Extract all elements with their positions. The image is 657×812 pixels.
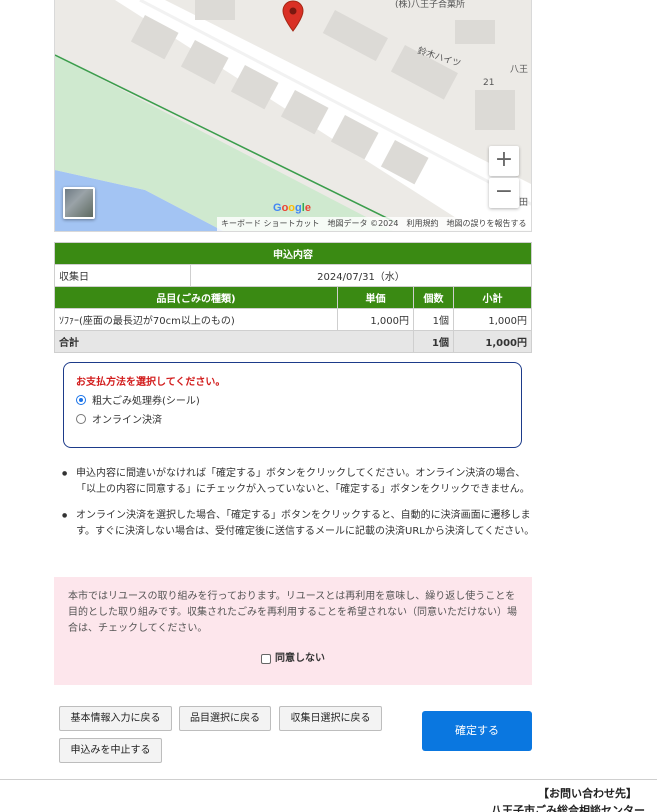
back-basic-info-button[interactable]: 基本情報入力に戻る	[59, 706, 172, 731]
radio-ticket[interactable]	[76, 394, 86, 405]
back-item-select-button[interactable]: 品目選択に戻る	[179, 706, 271, 731]
map-attribution: キーボード ショートカット 地図データ ©2024 利用規約 地図の誤りを報告す…	[217, 217, 531, 231]
total-qty: 1個	[413, 330, 454, 353]
payment-option-ticket[interactable]: 粗大ごみ処理券(シール)	[76, 392, 509, 407]
satellite-toggle[interactable]	[63, 187, 95, 219]
map-label-number: 21	[483, 78, 495, 88]
item-subtotal: 1,000円	[453, 308, 532, 331]
confirm-button[interactable]: 確定する	[422, 711, 532, 751]
disagree-checkbox[interactable]	[261, 654, 271, 664]
location-pin-icon[interactable]	[282, 0, 304, 35]
col-item: 品目(ごみの種類)	[54, 286, 338, 309]
contact-heading: 【お問い合わせ先】	[538, 787, 637, 800]
payment-option-label: オンライン決済	[92, 415, 162, 426]
order-section-title: 申込内容	[54, 242, 532, 265]
footer-divider	[0, 779, 657, 780]
payment-option-online[interactable]: オンライン決済	[76, 411, 509, 426]
google-logo: Google	[273, 202, 311, 214]
zoom-out-button[interactable]: −	[489, 178, 519, 208]
map-data-text: 地図データ ©2024	[327, 219, 399, 228]
col-subtotal: 小計	[453, 286, 532, 309]
collection-date-value: 2024/07/31（水）	[190, 264, 532, 287]
item-name: ｿﾌｧｰ(座面の最長辺が70cm以上のもの)	[54, 308, 338, 331]
col-price: 単価	[337, 286, 414, 309]
disagree-label: 同意しない	[275, 653, 325, 664]
payment-option-label: 粗大ごみ処理券(シール)	[92, 396, 200, 407]
item-price: 1,000円	[337, 308, 414, 331]
payment-method-box: お支払方法を選択してください。 粗大ごみ処理券(シール) オンライン決済	[63, 362, 522, 448]
zoom-in-button[interactable]: +	[489, 146, 519, 176]
collection-date-label: 収集日	[54, 264, 191, 287]
notes-list: 申込内容に間違いがなければ「確定する」ボタンをクリックしてください。オンライン決…	[60, 466, 536, 550]
reuse-text: 本市ではリユースの取り組みを行っております。リユースとは再利用を意味し、繰り返し…	[68, 591, 517, 634]
table-row: ｿﾌｧｰ(座面の最長辺が70cm以上のもの) 1,000円 1個 1,000円	[54, 308, 532, 331]
contact-name: 八王子市ごみ総合相談センター	[491, 804, 645, 812]
back-date-select-button[interactable]: 収集日選択に戻る	[279, 706, 382, 731]
cancel-application-button[interactable]: 申込みを中止する	[59, 738, 162, 763]
reuse-notice: 本市ではリユースの取り組みを行っております。リユースとは再利用を意味し、繰り返し…	[54, 577, 532, 685]
map-label-shop: (株)八王子合菓所	[395, 0, 466, 10]
list-item: 申込内容に間違いがなければ「確定する」ボタンをクリックしてください。オンライン決…	[60, 466, 536, 498]
col-qty: 個数	[413, 286, 454, 309]
total-amount: 1,000円	[453, 330, 532, 353]
terms-link[interactable]: 利用規約	[406, 217, 438, 231]
list-item: オンライン決済を選択した場合、「確定する」ボタンをクリックすると、自動的に決済画…	[60, 508, 536, 540]
item-qty: 1個	[413, 308, 454, 331]
payment-title: お支払方法を選択してください。	[76, 377, 226, 388]
report-error-link[interactable]: 地図の誤りを報告する	[446, 217, 526, 231]
radio-online[interactable]	[76, 413, 86, 424]
map-label-hachi: 八王	[510, 65, 529, 75]
order-table: 申込内容 収集日 2024/07/31（水） 品目(ごみの種類) 単価 個数 小…	[54, 242, 532, 353]
total-row: 合計 1個 1,000円	[54, 330, 532, 353]
disagree-option[interactable]: 同意しない	[68, 651, 518, 667]
total-label: 合計	[54, 330, 414, 353]
keyboard-shortcuts-link[interactable]: キーボード ショートカット	[221, 217, 320, 231]
map[interactable]: (株)八王子合菓所 鈴木ハイツ 八王 21 都田 + − Google キーボー…	[54, 0, 532, 232]
